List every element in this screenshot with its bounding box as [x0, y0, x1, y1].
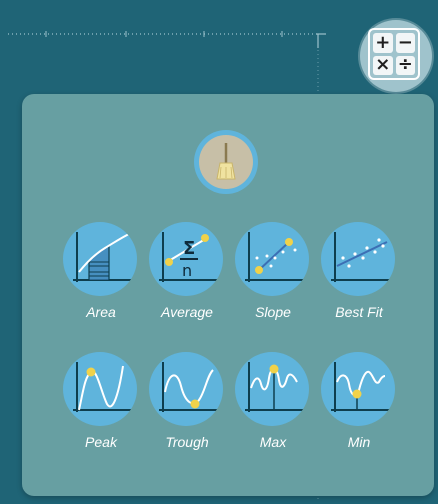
- area-under-curve-icon: [73, 232, 131, 282]
- trough-curve-icon: [159, 362, 217, 412]
- min-label: Min: [347, 434, 371, 450]
- broom-icon: [216, 143, 236, 180]
- best-fit-label: Best Fit: [335, 304, 383, 320]
- max-curve-icon: [245, 362, 303, 412]
- slope-line-icon: [245, 232, 303, 282]
- divide-key-icon: ÷: [395, 55, 415, 75]
- plus-key-icon: +: [373, 33, 393, 53]
- area-tool-button[interactable]: Area: [59, 222, 143, 332]
- best-fit-line-icon: [331, 232, 389, 282]
- slope-tool-button[interactable]: Slope: [231, 222, 315, 332]
- minus-key-icon: −: [395, 33, 415, 53]
- svg-text:Σ: Σ: [183, 238, 195, 259]
- min-tool-button[interactable]: Min: [317, 352, 401, 462]
- peak-label: Peak: [85, 434, 117, 450]
- peak-curve-icon: [73, 362, 131, 412]
- clear-analysis-button[interactable]: [194, 130, 258, 194]
- best-fit-tool-button[interactable]: Best Fit: [317, 222, 401, 332]
- trough-tool-button[interactable]: Trough: [145, 352, 229, 462]
- slope-label: Slope: [255, 304, 291, 320]
- trough-label: Trough: [165, 434, 209, 450]
- calculator-icon: + − × ÷: [368, 28, 420, 80]
- peak-tool-button[interactable]: Peak: [59, 352, 143, 462]
- min-curve-icon: [331, 362, 389, 412]
- area-label: Area: [86, 304, 116, 320]
- average-tool-button[interactable]: Σ n Average: [145, 222, 229, 332]
- max-label: Max: [259, 434, 287, 450]
- analysis-tools-screen: + − × ÷ Area Σ n Average Slope Best Fit …: [0, 0, 438, 504]
- average-label: Average: [161, 304, 213, 320]
- times-key-icon: ×: [373, 55, 393, 75]
- max-tool-button[interactable]: Max: [231, 352, 315, 462]
- svg-text:n: n: [182, 261, 192, 280]
- calculator-button[interactable]: + − × ÷: [360, 20, 432, 92]
- sigma-average-icon: Σ n: [159, 232, 217, 282]
